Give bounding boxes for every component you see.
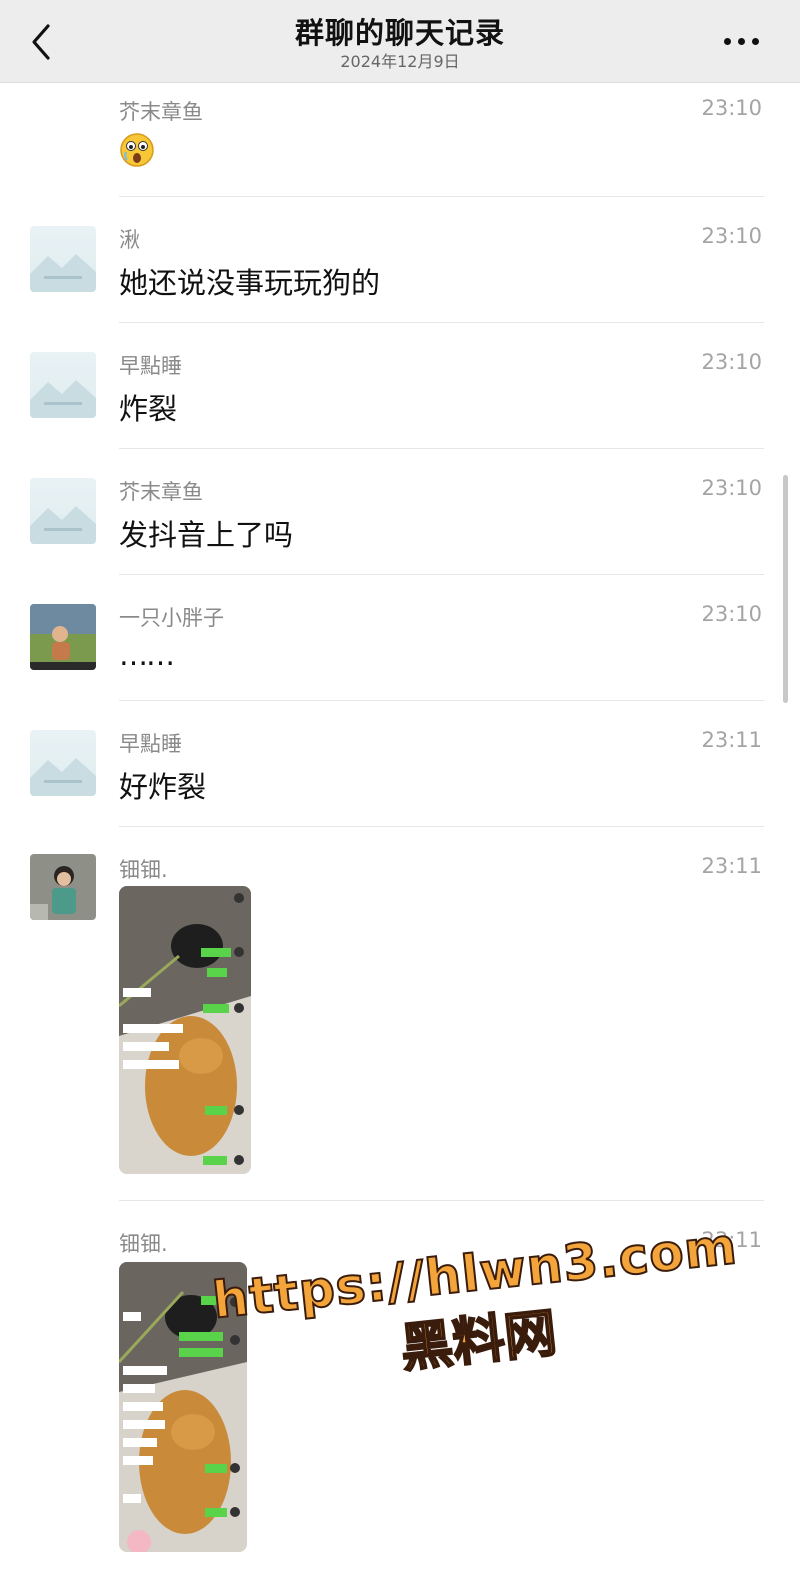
chat-message[interactable]: 芥末章鱼 23:10 发抖音上了吗 xyxy=(0,450,800,576)
chat-message[interactable]: 湫 23:10 她还说没事玩玩狗的 xyxy=(0,198,800,324)
avatar-photo[interactable] xyxy=(30,604,96,670)
divider xyxy=(119,196,764,197)
chat-message[interactable]: 钿钿. 23:11 xyxy=(0,828,800,1202)
message-time: 23:10 xyxy=(701,96,762,120)
sender-name: 芥末章鱼 xyxy=(119,100,203,124)
message-text: 炸裂 xyxy=(119,392,178,426)
page-subtitle-date: 2024年12月9日 xyxy=(340,52,460,71)
chat-message[interactable]: 一只小胖子 23:10 …… xyxy=(0,576,800,702)
chat-message[interactable]: 芥末章鱼 23:10 xyxy=(0,82,800,198)
sender-name: 湫 xyxy=(119,228,140,252)
more-options-icon[interactable] xyxy=(722,24,762,54)
message-text: 她还说没事玩玩狗的 xyxy=(119,266,381,300)
sender-name: 钿钿. xyxy=(119,858,168,882)
avatar-photo[interactable] xyxy=(30,854,96,920)
page-title: 群聊的聊天记录 xyxy=(294,16,505,50)
message-time: 23:10 xyxy=(701,602,762,626)
avatar-placeholder[interactable] xyxy=(30,226,96,292)
divider xyxy=(119,322,764,323)
avatar-placeholder[interactable] xyxy=(30,478,96,544)
divider xyxy=(119,826,764,827)
sender-name: 早點睡 xyxy=(119,354,182,378)
divider xyxy=(119,700,764,701)
message-time: 23:10 xyxy=(701,476,762,500)
avatar-placeholder[interactable] xyxy=(30,352,96,418)
message-time: 23:11 xyxy=(701,728,762,752)
chat-message[interactable]: 早點睡 23:11 好炸裂 xyxy=(0,702,800,828)
sender-name: 一只小胖子 xyxy=(119,606,224,630)
message-time: 23:10 xyxy=(701,350,762,374)
chat-image-thumbnail[interactable] xyxy=(119,886,251,1174)
message-text: 好炸裂 xyxy=(119,770,207,804)
sender-name: 钿钿. xyxy=(119,1232,168,1256)
message-text: …… xyxy=(119,638,175,672)
chat-message[interactable]: 早點睡 23:10 炸裂 xyxy=(0,324,800,450)
sender-name: 芥末章鱼 xyxy=(119,480,203,504)
message-text: 发抖音上了吗 xyxy=(119,518,294,552)
sender-name: 早點睡 xyxy=(119,732,182,756)
message-time: 23:11 xyxy=(701,854,762,878)
divider xyxy=(119,1200,764,1201)
divider xyxy=(119,574,764,575)
divider xyxy=(119,448,764,449)
message-time: 23:10 xyxy=(701,224,762,248)
navbar: 群聊的聊天记录 2024年12月9日 xyxy=(0,0,800,83)
avatar-placeholder[interactable] xyxy=(30,730,96,796)
surprised-face-emoji-icon xyxy=(119,132,155,168)
scrollbar[interactable] xyxy=(783,475,788,703)
